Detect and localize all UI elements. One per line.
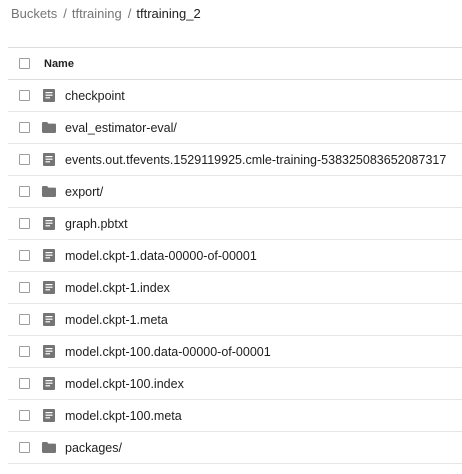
table-header-row: Name xyxy=(8,47,462,80)
select-all-checkbox[interactable] xyxy=(19,58,30,69)
row-checkbox[interactable] xyxy=(19,218,30,229)
file-icon xyxy=(42,153,56,167)
row-checkbox[interactable] xyxy=(19,282,30,293)
file-name-link[interactable]: model.ckpt-100.data-00000-of-00001 xyxy=(65,345,271,359)
table-row[interactable]: events.out.tfevents.1529119925.cmle-trai… xyxy=(8,144,462,176)
file-icon xyxy=(42,313,56,327)
table-row[interactable]: packages/ xyxy=(8,432,462,464)
table-row[interactable]: model.ckpt-100.data-00000-of-00001 xyxy=(8,336,462,368)
row-checkbox[interactable] xyxy=(19,90,30,101)
table-row[interactable]: eval_estimator-eval/ xyxy=(8,112,462,144)
breadcrumb-buckets-link[interactable]: Buckets xyxy=(11,6,57,21)
table-row[interactable]: model.ckpt-1.data-00000-of-00001 xyxy=(8,240,462,272)
folder-name-link[interactable]: eval_estimator-eval/ xyxy=(65,121,177,135)
row-checkbox[interactable] xyxy=(19,154,30,165)
row-checkbox[interactable] xyxy=(19,250,30,261)
file-name-link[interactable]: model.ckpt-1.meta xyxy=(65,313,168,327)
table-row[interactable]: checkpoint xyxy=(8,80,462,112)
breadcrumb-separator: / xyxy=(127,5,132,21)
file-name-link[interactable]: model.ckpt-100.index xyxy=(65,377,184,391)
row-checkbox[interactable] xyxy=(19,186,30,197)
table-row[interactable]: model.ckpt-100.meta xyxy=(8,400,462,432)
folder-name-link[interactable]: export/ xyxy=(65,185,103,199)
breadcrumb-current-folder: tftraining_2 xyxy=(136,5,201,21)
column-header-name[interactable]: Name xyxy=(44,58,74,70)
file-name-link[interactable]: model.ckpt-1.index xyxy=(65,281,170,295)
row-checkbox[interactable] xyxy=(19,410,30,421)
breadcrumb-bucket-link[interactable]: tftraining xyxy=(72,6,122,21)
table-body: checkpoint eval_estimator-eval/events.out… xyxy=(8,80,462,464)
file-name-link[interactable]: model.ckpt-100.meta xyxy=(65,409,182,423)
row-checkbox[interactable] xyxy=(19,442,30,453)
breadcrumb-separator: / xyxy=(63,5,67,21)
folder-icon xyxy=(42,185,56,199)
row-checkbox[interactable] xyxy=(19,314,30,325)
row-checkbox[interactable] xyxy=(19,122,30,133)
table-row[interactable]: model.ckpt-1.meta xyxy=(8,304,462,336)
file-icon xyxy=(42,345,56,359)
file-name-link[interactable]: events.out.tfevents.1529119925.cmle-trai… xyxy=(65,153,446,167)
table-row[interactable]: model.ckpt-1.index xyxy=(8,272,462,304)
file-icon xyxy=(42,377,56,391)
file-name-link[interactable]: model.ckpt-1.data-00000-of-00001 xyxy=(65,249,257,263)
row-checkbox[interactable] xyxy=(19,346,30,357)
row-checkbox[interactable] xyxy=(19,378,30,389)
table-row[interactable]: export/ xyxy=(8,176,462,208)
storage-browser: Buckets / tftraining / tftraining_2 Name… xyxy=(0,0,462,474)
breadcrumb: Buckets / tftraining / tftraining_2 xyxy=(11,4,201,22)
folder-icon xyxy=(42,121,56,135)
object-table: Name checkpoint eval_estimator-eval/event… xyxy=(8,47,462,464)
file-icon xyxy=(42,89,56,103)
file-icon xyxy=(42,409,56,423)
table-row[interactable]: graph.pbtxt xyxy=(8,208,462,240)
file-icon xyxy=(42,217,56,231)
folder-icon xyxy=(42,441,56,455)
table-row[interactable]: model.ckpt-100.index xyxy=(8,368,462,400)
file-icon xyxy=(42,281,56,295)
file-name-link[interactable]: graph.pbtxt xyxy=(65,217,128,231)
folder-name-link[interactable]: packages/ xyxy=(65,441,122,455)
file-name-link[interactable]: checkpoint xyxy=(65,89,125,103)
file-icon xyxy=(42,249,56,263)
